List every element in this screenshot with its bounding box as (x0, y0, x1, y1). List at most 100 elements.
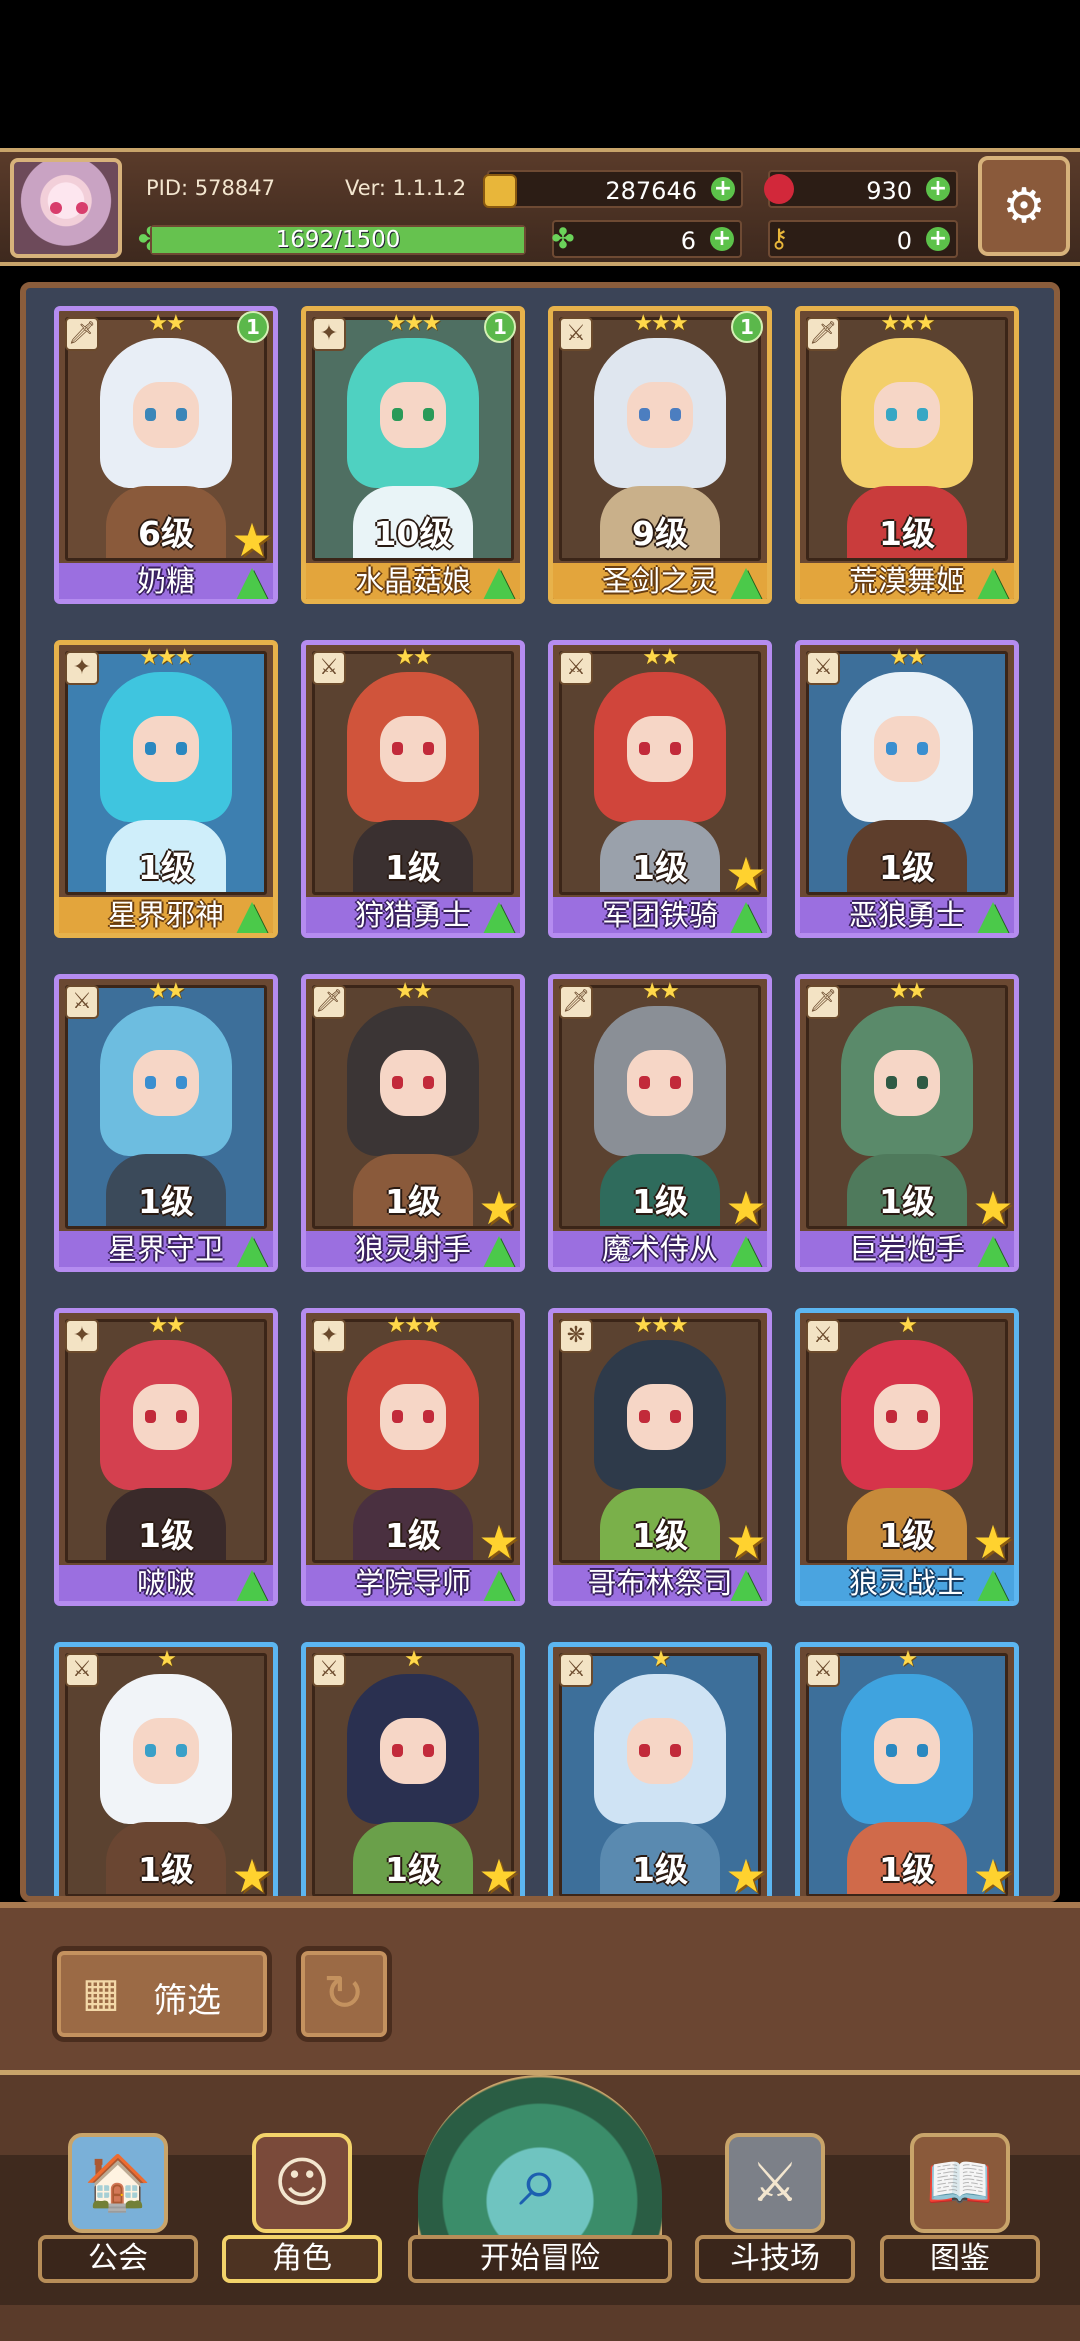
nav-guild-label: 公会 (38, 2235, 198, 2283)
player-avatar[interactable] (10, 158, 122, 258)
grid-icon: ▦ (82, 1970, 120, 2016)
add-clover-button[interactable]: + (710, 227, 734, 251)
character-card[interactable]: ★★★ ✦ 1 10级 水晶菇娘 ▲ (301, 306, 525, 604)
character-card[interactable]: ★★★ ❋ 1级 哥布林祭司 ★ ▲ (548, 1308, 772, 1606)
character-level: 9级 (632, 514, 688, 553)
add-key-button[interactable]: + (926, 227, 950, 251)
character-face (874, 1718, 940, 1784)
character-card[interactable]: ★★ 🗡 1 6级 奶糖 ★ ▲ (54, 306, 278, 604)
level-up-arrow-icon[interactable]: ▲ (476, 560, 520, 600)
start-adventure-button[interactable]: ⌕ 开始冒险 (408, 2075, 672, 2305)
level-up-arrow-icon[interactable]: ▲ (970, 1228, 1014, 1268)
character-card[interactable]: ★★ ⚔ 1级 星界守卫 ▲ (54, 974, 278, 1272)
level-up-arrow-icon[interactable]: ▲ (229, 894, 273, 934)
key-value: 0 (896, 227, 912, 255)
class-icon: ⚔ (65, 985, 99, 1019)
character-card[interactable]: ★★ ⚔ 1级 狩猎勇士 ▲ (301, 640, 525, 938)
level-up-arrow-icon[interactable]: ▲ (476, 894, 520, 934)
star-up-icon[interactable]: ★ (229, 1853, 273, 1896)
character-face (133, 382, 199, 448)
notification-badge: 1 (731, 311, 763, 343)
character-face (874, 382, 940, 448)
level-up-arrow-icon[interactable]: ▲ (970, 560, 1014, 600)
nav-codex-label: 图鉴 (880, 2235, 1040, 2283)
character-face (627, 1050, 693, 1116)
character-face (380, 382, 446, 448)
character-card[interactable]: ★★ ✦ 1级 啵啵 ▲ (54, 1308, 278, 1606)
nav-arena-label: 斗技场 (695, 2235, 855, 2283)
character-card[interactable]: ★★★ ⚔ 1 9级 圣剑之灵 ▲ (548, 306, 772, 604)
character-face (627, 1718, 693, 1784)
character-face (133, 716, 199, 782)
level-up-arrow-icon[interactable]: ▲ (970, 894, 1014, 934)
refresh-icon: ↻ (323, 1964, 365, 2022)
character-card[interactable]: ★★★ ✦ 1级 星界邪神 ▲ (54, 640, 278, 938)
nav-arena[interactable]: ⚔ 斗技场 (695, 2115, 855, 2305)
character-card[interactable]: ★ ⚔ 1级 ★ (795, 1642, 1019, 1896)
add-gem-button[interactable]: + (926, 177, 950, 201)
character-face (133, 1718, 199, 1784)
level-up-arrow-icon[interactable]: ▲ (723, 894, 767, 934)
level-up-arrow-icon[interactable]: ▲ (229, 560, 273, 600)
nav-roles[interactable]: ☺ 角色 (222, 2115, 382, 2305)
red-gem-icon (764, 174, 794, 204)
character-face (874, 1384, 940, 1450)
clover-icon: ✤ (551, 222, 575, 255)
level-up-arrow-icon[interactable]: ▲ (476, 1228, 520, 1268)
version-label: Ver: 1.1.1.2 (345, 176, 467, 200)
clover-value: 6 (680, 227, 696, 255)
refresh-button[interactable]: ↻ (296, 1946, 392, 2042)
avatar-eye (50, 202, 62, 214)
key-counter: ⚷ 0 + (768, 220, 958, 258)
character-card[interactable]: ★ ⚔ 1级 ★ (54, 1642, 278, 1896)
clover-counter: ✤ 6 + (551, 220, 742, 258)
star-up-icon[interactable]: ★ (476, 1853, 520, 1896)
level-up-arrow-icon[interactable]: ▲ (229, 1228, 273, 1268)
add-gold-button[interactable]: + (711, 177, 735, 201)
level-up-arrow-icon[interactable]: ▲ (723, 1562, 767, 1602)
class-icon: ⚔ (806, 1319, 840, 1353)
filter-button[interactable]: ▦ 筛选 (52, 1946, 272, 2042)
nav-guild[interactable]: 🏠 公会 (38, 2115, 198, 2305)
class-icon: ⚔ (806, 651, 840, 685)
magnifier-map-icon: ⌕ (518, 2138, 560, 2222)
character-face (380, 1384, 446, 1450)
character-card[interactable]: ★★ ⚔ 1级 恶狼勇士 ▲ (795, 640, 1019, 938)
character-card[interactable]: ★★ 🗡 1级 巨岩炮手 ★ ▲ (795, 974, 1019, 1272)
character-face (874, 1050, 940, 1116)
character-card[interactable]: ★ ⚔ 1级 狼灵战士 ★ ▲ (795, 1308, 1019, 1606)
filter-label: 筛选 (153, 1981, 221, 2021)
gear-icon: ⚙ (1002, 178, 1046, 234)
experience-bar: 1692/1500 (150, 225, 526, 255)
character-card[interactable]: ★★★ ✦ 1级 学院导师 ★ ▲ (301, 1308, 525, 1606)
level-up-arrow-icon[interactable]: ▲ (229, 1562, 273, 1602)
level-up-arrow-icon[interactable]: ▲ (723, 1228, 767, 1268)
character-card[interactable]: ★★ 🗡 1级 狼灵射手 ★ ▲ (301, 974, 525, 1272)
class-icon: ⚔ (559, 1653, 593, 1687)
character-card[interactable]: ★ ⚔ 1级 ★ (548, 1642, 772, 1896)
class-icon: ❋ (559, 1319, 593, 1353)
character-card[interactable]: ★★★ 🗡 1级 荒漠舞姬 ▲ (795, 306, 1019, 604)
class-icon: ⚔ (559, 651, 593, 685)
character-level: 1级 (138, 1516, 194, 1555)
bottom-navigation: 🏠 公会 ☺ 角色 ⌕ 开始冒险 ⚔ 斗技场 📖 图鉴 (0, 2070, 1080, 2341)
level-up-arrow-icon[interactable]: ▲ (723, 560, 767, 600)
class-icon: 🗡 (65, 317, 99, 351)
character-card[interactable]: ★ ⚔ 1级 ★ (301, 1642, 525, 1896)
nav-codex[interactable]: 📖 图鉴 (880, 2115, 1040, 2305)
character-card[interactable]: ★★ ⚔ 1级 军团铁骑 ★ ▲ (548, 640, 772, 938)
settings-button[interactable]: ⚙ (978, 156, 1070, 256)
class-icon: ⚔ (559, 317, 593, 351)
star-up-icon[interactable]: ★ (723, 1853, 767, 1896)
character-card[interactable]: ★★ 🗡 1级 魔术侍从 ★ ▲ (548, 974, 772, 1272)
class-icon: ⚔ (312, 1653, 346, 1687)
class-icon: ⚔ (65, 1653, 99, 1687)
character-grid-panel[interactable]: ★★ 🗡 1 6级 奶糖 ★ ▲ ★★★ ✦ 1 10级 水晶菇娘 ▲ ★★★ ⚔ 1 9级 圣剑之灵 ▲ ★★★ 🗡 1… (20, 282, 1060, 1902)
class-icon: ✦ (65, 1319, 99, 1353)
level-up-arrow-icon[interactable]: ▲ (476, 1562, 520, 1602)
level-up-arrow-icon[interactable]: ▲ (970, 1562, 1014, 1602)
nav-roles-label: 角色 (222, 2235, 382, 2283)
character-level: 1级 (879, 514, 935, 553)
star-up-icon[interactable]: ★ (970, 1853, 1014, 1896)
notification-badge: 1 (237, 311, 269, 343)
